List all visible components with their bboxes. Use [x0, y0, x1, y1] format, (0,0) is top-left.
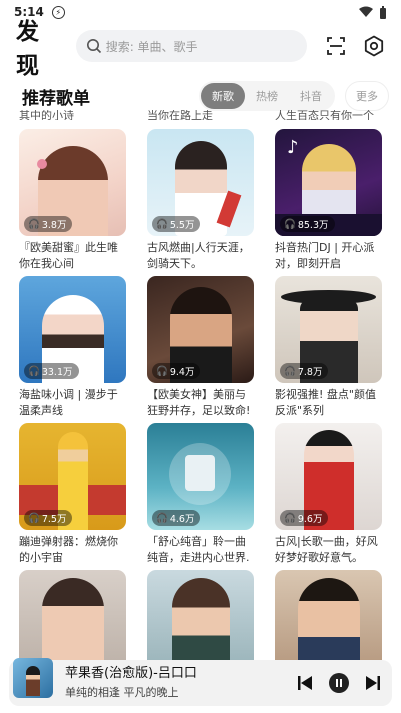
headphones-icon: 🎧 — [28, 218, 40, 230]
headphones-icon: 🎧 — [284, 365, 296, 377]
pause-icon — [329, 673, 349, 693]
playlist-cover: 🎧 4.6万 — [147, 423, 254, 530]
battery-icon — [380, 5, 386, 19]
gear-icon — [364, 35, 384, 57]
previous-button[interactable] — [294, 672, 316, 694]
headphones-icon: 🎧 — [284, 512, 296, 524]
wifi-icon — [359, 6, 373, 17]
headphones-icon: 🎧 — [284, 218, 296, 230]
playlist-cover: ♪ 🎧 85.3万 — [275, 129, 382, 236]
scan-icon — [327, 37, 346, 55]
playlist-card[interactable] — [275, 570, 382, 660]
app-header: 发现 搜索: 单曲、歌手 — [0, 19, 401, 79]
playlist-card[interactable]: 🎧 9.6万 古风|长歌一曲，好风好梦好歌好意气。 — [275, 423, 382, 566]
cropped-title: 当你在路上走 — [147, 110, 213, 120]
playlist-card[interactable]: 🎧 7.8万 影视强推! 盘点"颜值反派"系列 — [275, 276, 382, 419]
playlist-cover: 🎧 3.8万 — [19, 129, 126, 236]
recommended-playlists-header: 推荐歌单 新歌 热榜 抖音 更多 — [0, 80, 401, 112]
playlist-card[interactable] — [19, 570, 126, 660]
playlist-title: 古风|长歌一曲，好风好梦好歌好意气。 — [275, 535, 378, 564]
playlist-title: 「舒心纯音」聆一曲纯音，走进内心世界. — [147, 535, 250, 564]
play-count-badge: 🎧 9.4万 — [152, 363, 201, 379]
playlist-cover: 🎧 33.1万 — [19, 276, 126, 383]
settings-button[interactable] — [359, 31, 389, 61]
search-input[interactable]: 搜索: 单曲、歌手 — [75, 30, 308, 62]
playlist-cover: 🎧 5.5万 — [147, 129, 254, 236]
tab-hot-chart[interactable]: 热榜 — [245, 83, 289, 109]
skip-next-icon — [366, 676, 380, 690]
search-placeholder: 搜索: 单曲、歌手 — [105, 39, 198, 54]
playlist-card[interactable]: 🎧 7.5万 蹦迪弹射器：燃烧你的小宇宙 — [19, 423, 126, 566]
pause-button[interactable] — [328, 672, 350, 694]
playlist-card[interactable]: ♪ 🎧 85.3万 抖音热门DJ | 开心派对，即刻开启 — [275, 129, 382, 272]
playlist-cover: 🎧 7.8万 — [275, 276, 382, 383]
playlist-cover — [147, 570, 254, 660]
play-count-badge: 🎧 7.5万 — [24, 510, 73, 526]
playlist-title: 抖音热门DJ | 开心派对，即刻开启 — [275, 241, 375, 270]
page-logo-title: 发现 — [16, 19, 40, 79]
more-button[interactable]: 更多 — [345, 81, 389, 111]
play-count-badge: 🎧 85.3万 — [280, 216, 335, 232]
now-playing-title: 苹果香(治愈版)-吕口口 — [65, 665, 197, 681]
headphones-icon: 🎧 — [156, 512, 168, 524]
playlist-card[interactable]: 🎧 3.8万 『欧美甜蜜』此生唯你在我心间 — [19, 129, 126, 272]
playlist-card[interactable]: 🎧 33.1万 海盐味小调 | 漫步于温柔声线 — [19, 276, 126, 419]
now-playing-cover — [13, 658, 53, 698]
tab-douyin[interactable]: 抖音 — [289, 83, 333, 109]
playlist-title: 影视强推! 盘点"颜值反派"系列 — [275, 388, 376, 417]
headphones-icon: 🎧 — [156, 365, 168, 377]
playlist-cover — [19, 570, 126, 660]
playlist-card[interactable]: 🎧 9.4万 【欧美女神】美丽与狂野并存，足以致命! — [147, 276, 254, 419]
headphones-icon: 🎧 — [156, 218, 168, 230]
playlist-title: 古风燃曲|人行天涯，剑骑天下。 — [147, 241, 250, 270]
scan-button[interactable] — [321, 31, 351, 61]
tiktok-logo-icon: ♪ — [287, 137, 299, 158]
next-button[interactable] — [362, 672, 384, 694]
play-count-badge: 🎧 5.5万 — [152, 216, 201, 232]
playlist-tabs: 新歌 热榜 抖音 — [199, 81, 335, 111]
playlist-title: 【欧美女神】美丽与狂野并存，足以致命! — [147, 388, 251, 417]
cropped-title: 其中的小诗 — [19, 110, 74, 120]
playlist-title: 『欧美甜蜜』此生唯你在我心间 — [19, 241, 118, 270]
cropped-title: 人生百态只有你一个 — [275, 110, 374, 120]
tab-new-songs[interactable]: 新歌 — [201, 83, 245, 109]
skip-previous-icon — [298, 676, 312, 690]
headphones-icon: 🎧 — [28, 365, 40, 377]
cropped-previous-row: 其中的小诗 当你在路上走 人生百态只有你一个 — [0, 110, 401, 120]
play-count-badge: 🎧 7.8万 — [280, 363, 329, 379]
playlist-cover: 🎧 9.6万 — [275, 423, 382, 530]
playlist-card[interactable]: 🎧 4.6万 「舒心纯音」聆一曲纯音，走进内心世界. — [147, 423, 254, 566]
playlist-cover — [275, 570, 382, 660]
play-count-badge: 🎧 3.8万 — [24, 216, 73, 232]
playlist-card[interactable]: 🎧 5.5万 古风燃曲|人行天涯，剑骑天下。 — [147, 129, 254, 272]
playlist-title: 海盐味小调 | 漫步于温柔声线 — [19, 388, 118, 417]
playlist-title: 蹦迪弹射器：燃烧你的小宇宙 — [19, 535, 118, 564]
section-title: 推荐歌单 — [22, 88, 90, 109]
play-count-badge: 🎧 4.6万 — [152, 510, 201, 526]
play-count-badge: 🎧 33.1万 — [24, 363, 79, 379]
playlist-cover: 🎧 9.4万 — [147, 276, 254, 383]
play-count-badge: 🎧 9.6万 — [280, 510, 329, 526]
search-icon — [86, 39, 101, 54]
now-playing-lyric: 单纯的相逢 平凡的晚上 — [65, 685, 179, 699]
headphones-icon: 🎧 — [28, 512, 40, 524]
playlist-card[interactable] — [147, 570, 254, 660]
playlist-cover: 🎧 7.5万 — [19, 423, 126, 530]
mini-player[interactable]: 苹果香(治愈版)-吕口口 单纯的相逢 平凡的晚上 — [9, 658, 392, 706]
